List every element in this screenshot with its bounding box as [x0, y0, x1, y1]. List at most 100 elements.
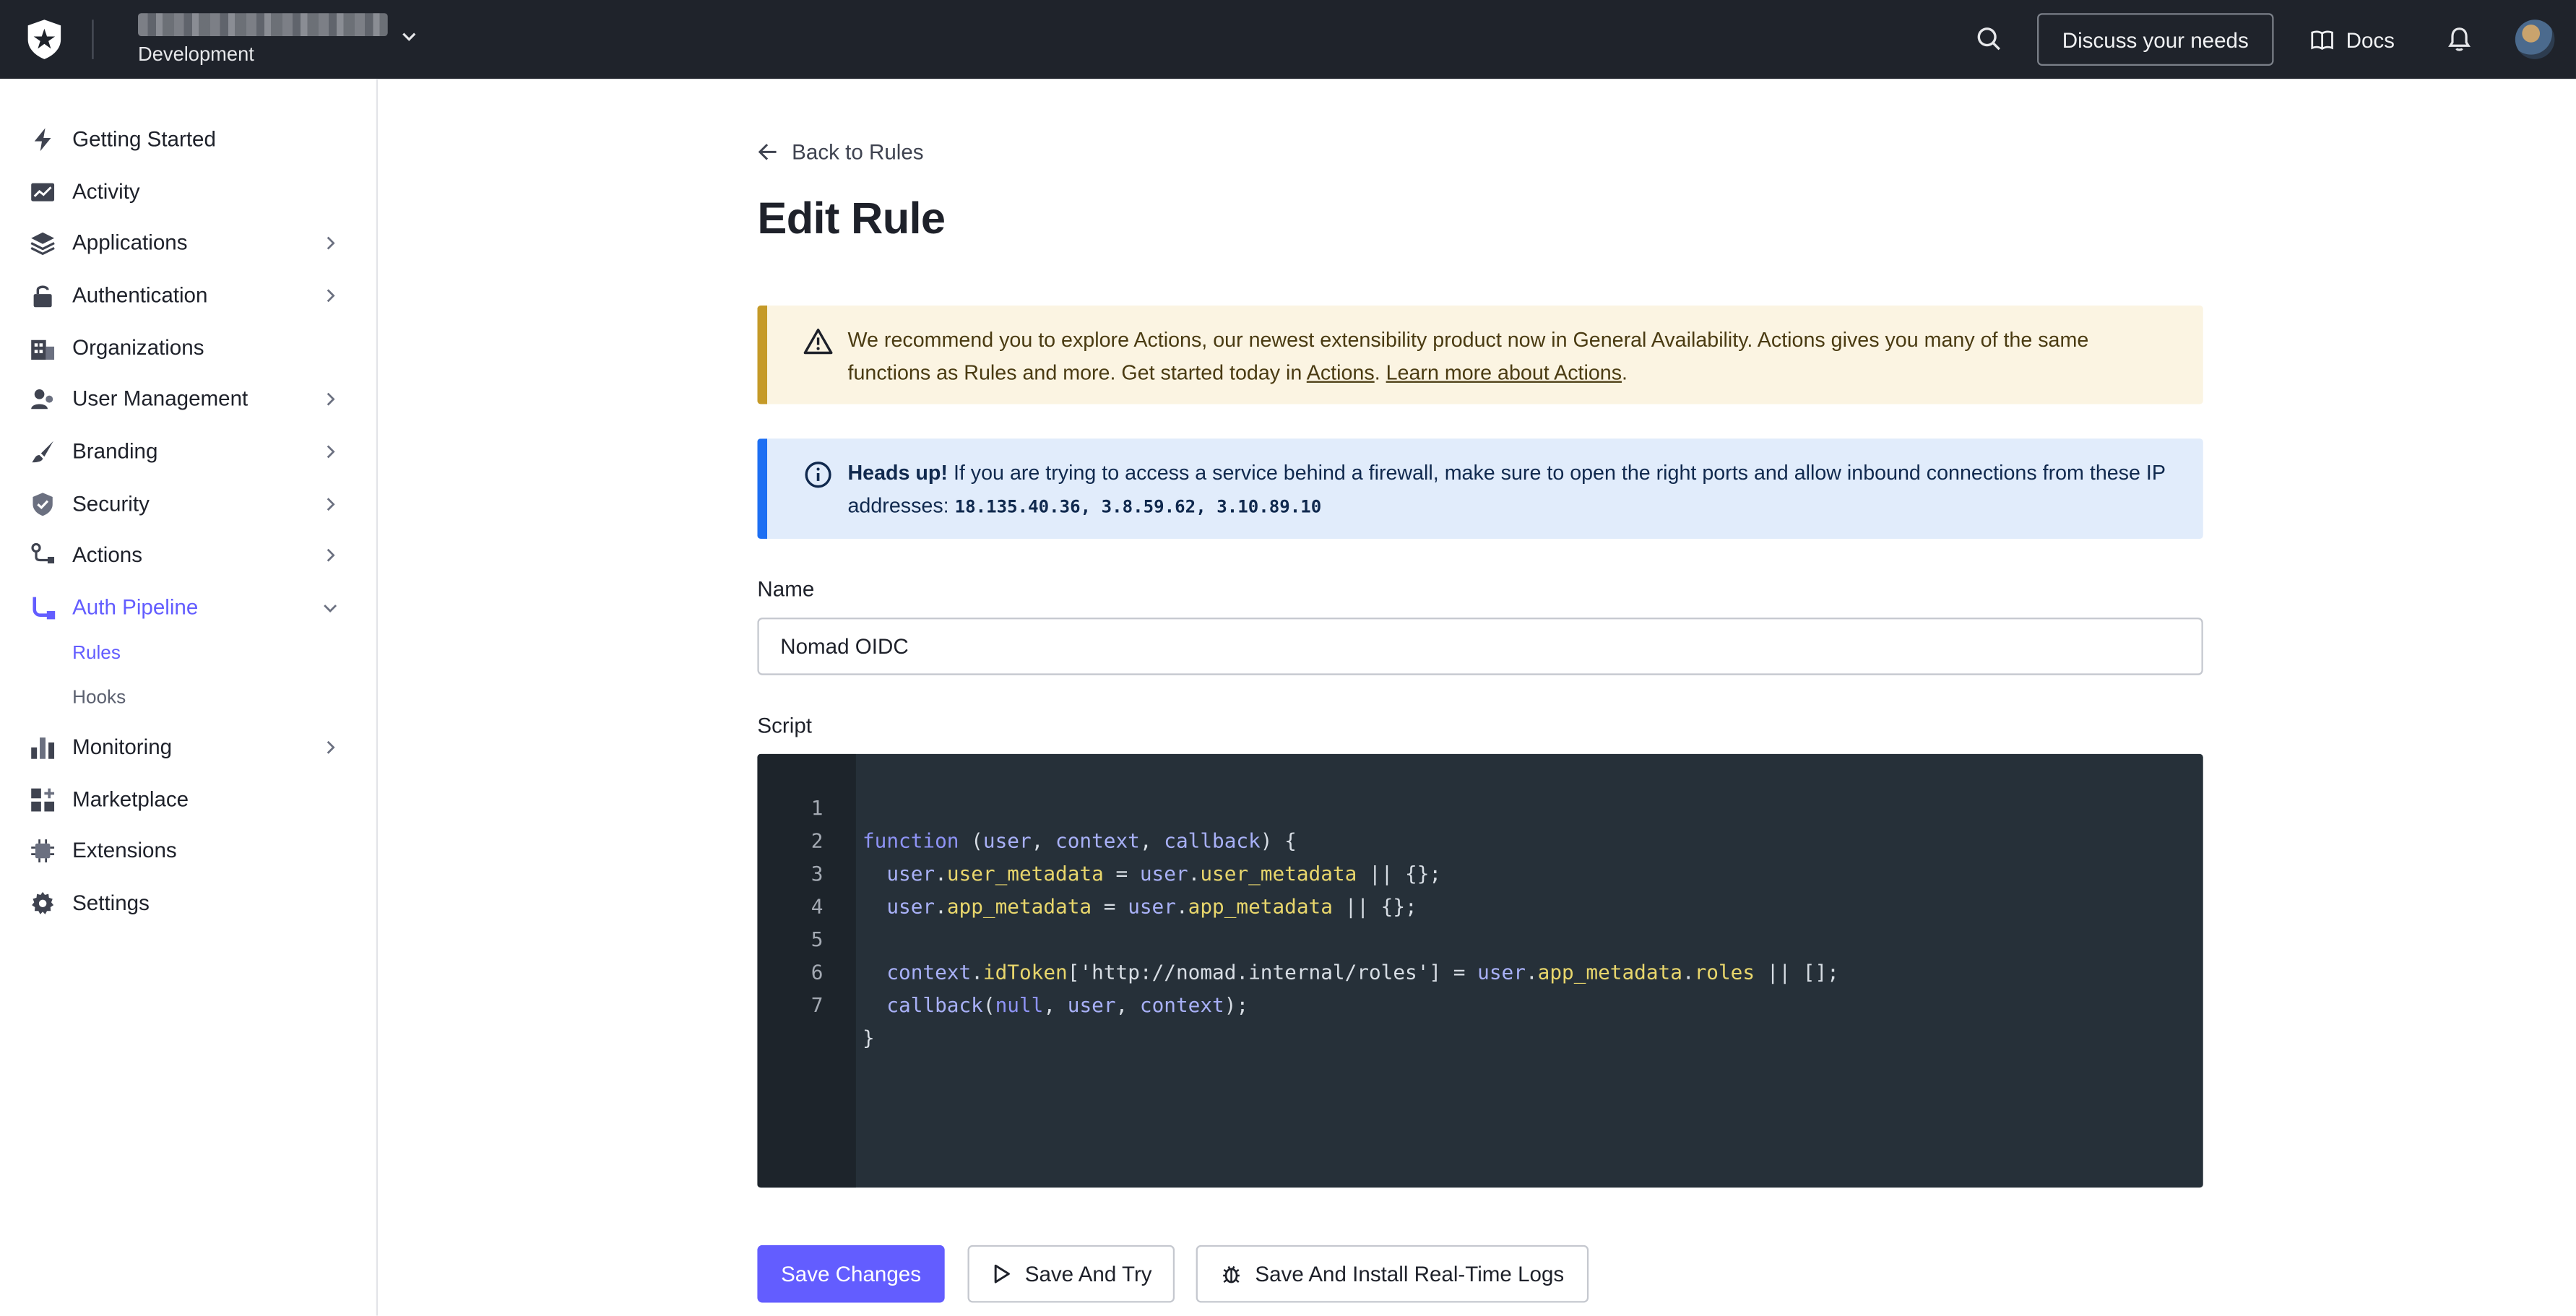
sidebar-item-authentication[interactable]: Authentication	[0, 273, 376, 319]
code-text: callback(null, user, context);	[886, 993, 1249, 1017]
flow-icon	[31, 542, 55, 564]
activity-icon	[31, 183, 55, 202]
bug-icon	[1223, 1265, 1240, 1283]
warning-text-part: .	[1622, 361, 1628, 385]
back-label: Back to Rules	[792, 139, 924, 165]
code-token: null	[995, 993, 1044, 1017]
docs-label: Docs	[2346, 27, 2395, 52]
chip-icon	[31, 839, 55, 862]
pipeline-icon	[33, 597, 56, 620]
code-token: user	[1067, 993, 1116, 1017]
gear-icon	[32, 891, 54, 914]
line-number: 7	[811, 993, 824, 1017]
back-to-rules-link[interactable]: Back to Rules	[757, 139, 924, 165]
code-line: 4	[757, 857, 2203, 918]
arrow-left-icon	[758, 144, 777, 160]
code-line: 6 callback(null, user, context);	[757, 923, 2203, 1016]
chevron-right-icon	[327, 548, 335, 562]
sidebar-subitem-rules[interactable]: Rules	[72, 644, 121, 663]
code-text: }	[862, 1026, 875, 1050]
name-label: Name	[757, 576, 815, 602]
sidebar-item-actions[interactable]: Actions	[0, 532, 376, 579]
code-line: 2 user.user_metadata = user.user_metadat…	[757, 792, 2203, 885]
sidebar-item-label: Getting Started	[72, 126, 216, 152]
chevron-right-icon	[327, 289, 335, 303]
chevron-right-icon	[327, 740, 335, 754]
sidebar-item-activity[interactable]: Activity	[0, 169, 376, 215]
sidebar-item-label: Organizations	[72, 334, 204, 360]
code-line: 1 function (user, context, callback) {	[757, 759, 2203, 852]
bell-icon[interactable]	[2445, 25, 2474, 54]
layers-icon	[30, 232, 55, 256]
sidebar-item-extensions[interactable]: Extensions	[0, 828, 376, 874]
search-icon[interactable]	[1975, 25, 2005, 54]
sidebar-item-branding[interactable]: Branding	[0, 429, 376, 475]
sidebar-item-marketplace[interactable]: Marketplace	[0, 777, 376, 823]
actions-link[interactable]: Actions	[1307, 361, 1375, 384]
chevron-right-icon	[327, 236, 335, 250]
chevron-right-icon	[327, 498, 335, 511]
script-editor[interactable]: 1 function (user, context, callback) { 2…	[757, 753, 2203, 1188]
sidebar-item-label: Applications	[72, 230, 188, 255]
sidebar-item-label: Monitoring	[72, 734, 173, 759]
heads-up-label: Heads up!	[847, 462, 948, 485]
discuss-your-needs-button[interactable]: Discuss your needs	[2037, 13, 2274, 66]
tenant-environment[interactable]: Development	[138, 43, 254, 66]
sidebar-item-applications[interactable]: Applications	[0, 220, 376, 267]
sidebar-subitem-hooks[interactable]: Hooks	[72, 688, 126, 708]
code-token: context	[1139, 993, 1224, 1017]
save-and-install-logs-button[interactable]: Save And Install Real-Time Logs	[1196, 1244, 1589, 1303]
sidebar-item-label: Authentication	[72, 282, 208, 308]
save-and-try-button[interactable]: Save And Try	[967, 1244, 1175, 1303]
warning-text: We recommend you to explore Actions, our…	[848, 324, 2177, 389]
sidebar-item-user-management[interactable]: User Management	[0, 376, 376, 423]
firewall-info-alert: Heads up! If you are trying to access a …	[757, 438, 2203, 539]
sidebar-item-label: Extensions	[72, 837, 177, 862]
users-icon	[31, 389, 53, 410]
bar-chart-icon	[31, 737, 55, 759]
sidebar-item-label: Actions	[72, 542, 143, 567]
code-line: 3 user.app_metadata = user.app_metadata …	[757, 825, 2203, 918]
sidebar-item-getting-started[interactable]: Getting Started	[0, 116, 376, 163]
info-text: Heads up! If you are trying to access a …	[848, 456, 2177, 524]
save-changes-button[interactable]: Save Changes	[757, 1244, 945, 1303]
sidebar-item-label: Branding	[72, 438, 158, 464]
chevron-down-icon[interactable]	[399, 26, 419, 46]
sidebar-item-settings[interactable]: Settings	[0, 880, 376, 927]
topbar-divider	[92, 20, 94, 59]
code-token: callback	[886, 993, 983, 1017]
sidebar-item-label: User Management	[72, 386, 248, 411]
book-icon	[2311, 30, 2333, 49]
docs-link[interactable]: Docs	[2310, 23, 2395, 56]
shield-icon	[33, 493, 53, 516]
warning-icon	[803, 328, 833, 355]
ip-addresses: 18.135.40.36, 3.8.59.62, 3.10.89.10	[954, 498, 1322, 518]
grid-plus-icon	[31, 788, 55, 812]
save-and-install-logs-label: Save And Install Real-Time Logs	[1255, 1261, 1565, 1286]
sidebar-item-monitoring[interactable]: Monitoring	[0, 724, 376, 771]
sidebar-item-organizations[interactable]: Organizations	[0, 325, 376, 371]
page-title: Edit Rule	[757, 194, 946, 243]
bolt-icon	[34, 128, 51, 152]
sidebar-item-auth-pipeline[interactable]: Auth Pipeline	[0, 585, 376, 631]
sidebar-item-label: Security	[72, 490, 150, 516]
rule-name-input[interactable]	[757, 618, 2203, 675]
code-line: 5 context.idToken['http://nomad.internal…	[757, 891, 2203, 984]
sidebar-item-label: Auth Pipeline	[72, 594, 199, 620]
tenant-name-redacted[interactable]	[138, 13, 388, 37]
auth0-logo-icon[interactable]	[25, 18, 64, 61]
learn-more-actions-link[interactable]: Learn more about Actions	[1386, 361, 1622, 384]
sidebar-item-label: Activity	[72, 178, 140, 204]
actions-recommendation-alert: We recommend you to explore Actions, our…	[757, 306, 2203, 404]
lock-icon	[33, 285, 52, 308]
info-icon	[805, 462, 831, 488]
play-icon	[994, 1264, 1010, 1283]
avatar[interactable]	[2515, 20, 2555, 59]
sidebar-item-label: Settings	[72, 890, 150, 915]
sidebar: Getting Started Activity Applications Au…	[0, 79, 379, 1316]
chevron-right-icon	[327, 392, 335, 406]
sidebar-item-security[interactable]: Security	[0, 481, 376, 527]
building-icon	[31, 339, 55, 360]
sidebar-item-label: Marketplace	[72, 787, 189, 812]
chevron-right-icon	[327, 445, 335, 459]
